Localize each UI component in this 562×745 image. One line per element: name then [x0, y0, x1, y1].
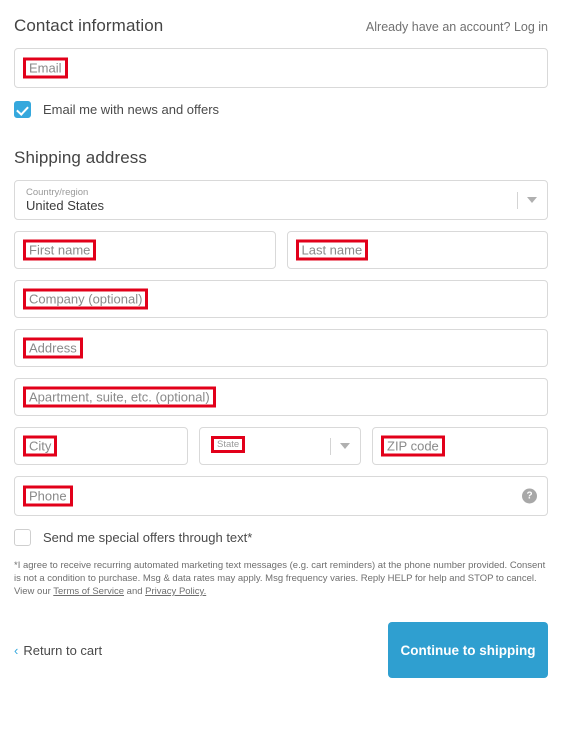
- column-gap: [188, 427, 199, 465]
- state-text-group: State: [211, 434, 246, 453]
- city-field[interactable]: City: [14, 427, 188, 465]
- help-icon[interactable]: ?: [522, 488, 537, 504]
- country-value: United States: [26, 198, 105, 213]
- newsletter-label: Email me with news and offers: [43, 102, 220, 117]
- chevron-down-icon: [340, 443, 350, 449]
- email-field[interactable]: Email: [14, 48, 548, 88]
- divider: [330, 437, 331, 455]
- company-placeholder: Company (optional): [23, 288, 149, 310]
- contact-information-header: Contact information Already have an acco…: [14, 0, 548, 36]
- city-state-zip-row: City State ZIP code: [14, 427, 548, 465]
- newsletter-checkbox[interactable]: [14, 101, 31, 118]
- shipping-fields: Country/region United States First name: [14, 180, 548, 516]
- first-name-placeholder: First name: [23, 239, 97, 261]
- chevron-down-icon: [527, 197, 537, 203]
- country-dropdown-affordance[interactable]: [517, 181, 537, 219]
- address-row: Address: [14, 329, 548, 367]
- email-placeholder: Email: [23, 57, 68, 79]
- divider: [517, 191, 518, 209]
- disclaimer-text-part2: and: [124, 586, 146, 597]
- email-row: Email: [14, 48, 548, 88]
- country-text-group: Country/region United States: [26, 187, 104, 213]
- address-field[interactable]: Address: [14, 329, 548, 367]
- apartment-row: Apartment, suite, etc. (optional): [14, 378, 548, 416]
- phone-field[interactable]: Phone ?: [14, 476, 548, 516]
- state-label: State: [211, 436, 246, 453]
- sms-checkbox-row[interactable]: Send me special offers through text*: [14, 529, 548, 546]
- shipping-address-header: Shipping address: [14, 148, 548, 168]
- last-name-field[interactable]: Last name: [286, 231, 548, 269]
- sms-checkbox[interactable]: [14, 529, 31, 546]
- return-to-cart-label: Return to cart: [23, 642, 103, 658]
- country-select[interactable]: Country/region United States: [14, 180, 548, 220]
- checkout-form-page: Contact information Already have an acco…: [0, 0, 562, 745]
- phone-row: Phone ?: [14, 476, 548, 516]
- state-dropdown-affordance[interactable]: [330, 428, 350, 464]
- state-select[interactable]: State: [199, 427, 361, 465]
- city-placeholder: City: [23, 435, 58, 457]
- apartment-placeholder: Apartment, suite, etc. (optional): [23, 386, 216, 408]
- column-gap: [361, 427, 372, 465]
- company-row: Company (optional): [14, 280, 548, 318]
- first-name-field[interactable]: First name: [14, 231, 276, 269]
- apartment-field[interactable]: Apartment, suite, etc. (optional): [14, 378, 548, 416]
- last-name-placeholder: Last name: [295, 239, 369, 261]
- login-link[interactable]: Already have an account? Log in: [366, 20, 548, 34]
- shipping-title: Shipping address: [14, 148, 147, 167]
- name-row: First name Last name: [14, 231, 548, 269]
- column-gap: [276, 231, 287, 269]
- zip-code-field[interactable]: ZIP code: [372, 427, 548, 465]
- address-placeholder: Address: [23, 337, 83, 359]
- continue-to-shipping-button[interactable]: Continue to shipping: [388, 622, 548, 678]
- newsletter-checkbox-row[interactable]: Email me with news and offers: [14, 101, 548, 118]
- company-field[interactable]: Company (optional): [14, 280, 548, 318]
- chevron-left-icon: ‹: [14, 642, 19, 658]
- terms-of-service-link[interactable]: Terms of Service: [53, 586, 124, 597]
- sms-disclaimer: *I agree to receive recurring automated …: [14, 559, 548, 598]
- sms-label: Send me special offers through text*: [43, 530, 253, 545]
- page-title: Contact information: [14, 16, 164, 35]
- form-footer: ‹ Return to cart Continue to shipping: [14, 622, 548, 678]
- zip-code-placeholder: ZIP code: [381, 435, 445, 457]
- country-label: Country/region: [26, 187, 89, 198]
- contact-fields: Email: [14, 48, 548, 88]
- return-to-cart-link[interactable]: ‹ Return to cart: [14, 643, 102, 658]
- country-row: Country/region United States: [14, 180, 548, 220]
- privacy-policy-link[interactable]: Privacy Policy.: [145, 586, 206, 597]
- phone-placeholder: Phone: [23, 485, 73, 507]
